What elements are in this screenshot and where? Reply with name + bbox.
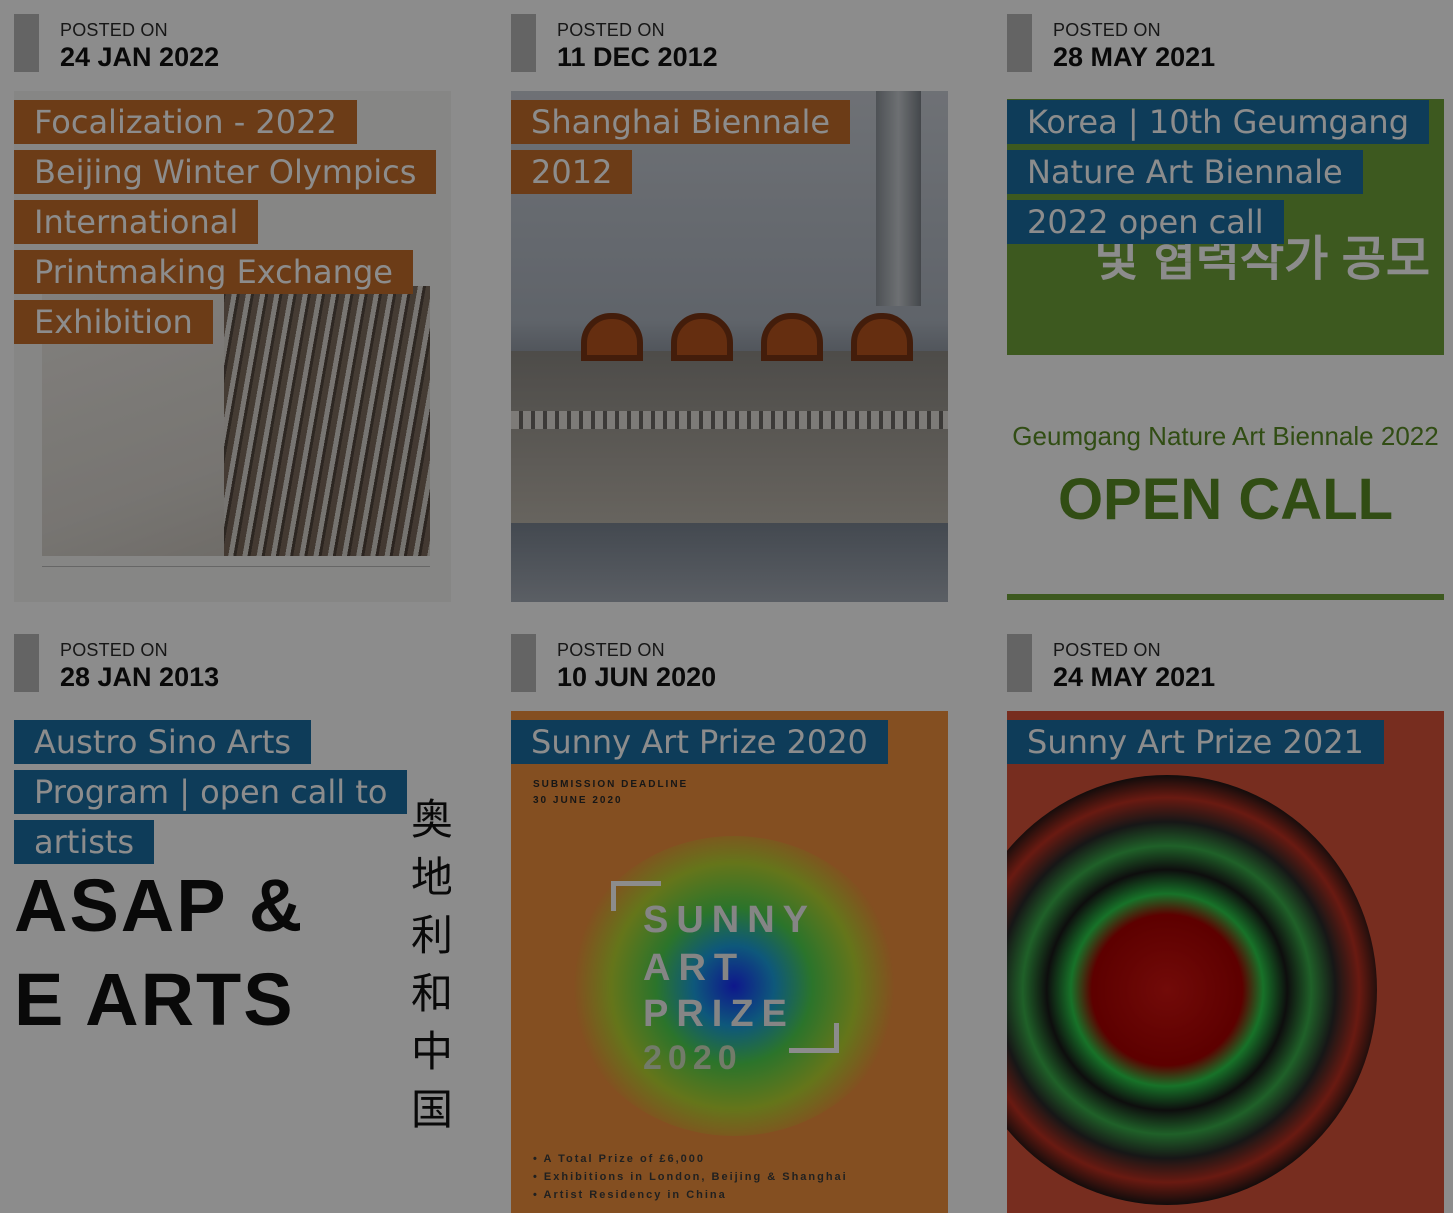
water <box>511 523 948 602</box>
image-text-line: ASAP & <box>14 864 305 947</box>
roof-arch <box>851 313 913 361</box>
image-subtitle: Geumgang Nature Art Biennale 2022 <box>1012 421 1439 451</box>
date-bar <box>14 634 39 692</box>
post-title-link[interactable]: Shanghai Biennale 2012 <box>511 97 931 197</box>
thumbnail-footer <box>42 566 430 596</box>
post-title-link[interactable]: Sunny Art Prize 2020 <box>511 717 931 767</box>
image-word: SUNNY <box>643 899 817 941</box>
posted-on: POSTED ON 11 DEC 2012 <box>511 14 948 72</box>
posted-on-label: POSTED ON <box>557 640 665 660</box>
posted-on: POSTED ON 24 JAN 2022 <box>14 14 451 72</box>
building <box>511 351 948 526</box>
posts-grid: POSTED ON 24 JAN 2022 Focalization - 202… <box>0 0 1453 1213</box>
posted-on-label: POSTED ON <box>1053 20 1161 40</box>
post-title[interactable]: Sunny Art Prize 2021 <box>1007 720 1384 764</box>
roof-arch <box>581 313 643 361</box>
building-windows <box>511 411 948 429</box>
post-card[interactable]: POSTED ON 24 MAY 2021 Sunny Art Prize 20… <box>1007 620 1444 1213</box>
image-headline: OPEN CALL <box>1057 467 1394 532</box>
posted-on: POSTED ON 28 MAY 2021 <box>1007 14 1444 72</box>
post-title[interactable]: Austro Sino Arts Program | open call to … <box>14 720 408 864</box>
post-date: 28 JAN 2013 <box>60 662 220 692</box>
post-card[interactable]: POSTED ON 24 JAN 2022 Focalization - 202… <box>14 0 451 602</box>
image-bullet: • Exhibitions in London, Beijing & Shang… <box>533 1171 848 1183</box>
post-card[interactable]: POSTED ON 10 JUN 2020 SUBMISSION DEADLIN… <box>511 620 948 1213</box>
image-text-line: E ARTS <box>14 958 295 1041</box>
image-word: PRIZE <box>643 993 795 1035</box>
post-thumbnail[interactable]: SUBMISSION DEADLINE 30 JUNE 2020 SUNNY A… <box>511 711 948 1213</box>
image-bullet: • Artist Residency in China <box>533 1189 727 1201</box>
post-card[interactable]: POSTED ON 28 MAY 2021 및 협력작가 공모 Geumgang… <box>1007 0 1444 602</box>
date-bar <box>511 634 536 692</box>
post-thumbnail[interactable] <box>1007 711 1444 1213</box>
posted-on-label: POSTED ON <box>60 640 168 660</box>
post-title[interactable]: Korea | 10th Geumgang Nature Art Biennal… <box>1007 100 1430 244</box>
date-bar <box>511 14 536 72</box>
image-bullet: • A Total Prize of £6,000 <box>533 1153 706 1165</box>
post-title[interactable]: Shanghai Biennale 2012 <box>511 100 851 194</box>
post-title-link[interactable]: Korea | 10th Geumgang Nature Art Biennal… <box>1007 97 1430 247</box>
post-title[interactable]: Sunny Art Prize 2020 <box>511 720 888 764</box>
bracket-decoration <box>789 1023 839 1053</box>
posted-on: POSTED ON 28 JAN 2013 <box>14 634 451 692</box>
date-bar <box>1007 634 1032 692</box>
roof-arch <box>671 313 733 361</box>
post-card[interactable]: POSTED ON 11 DEC 2012 Shanghai Biennale … <box>511 0 948 602</box>
post-title-link[interactable]: Austro Sino Arts Program | open call to … <box>14 717 434 867</box>
date-bar <box>1007 14 1032 72</box>
post-date: 28 MAY 2021 <box>1053 42 1216 72</box>
post-date: 24 MAY 2021 <box>1053 662 1216 692</box>
image-word: ART <box>643 947 746 989</box>
divider <box>1007 594 1444 600</box>
post-date: 10 JUN 2020 <box>557 662 717 692</box>
deadline-text: SUBMISSION DEADLINE <box>533 779 689 790</box>
post-card[interactable]: POSTED ON 28 JAN 2013 ASAP & E ARTS 奥地利和… <box>14 620 451 1213</box>
posted-on-label: POSTED ON <box>1053 640 1161 660</box>
post-date: 11 DEC 2012 <box>557 42 718 72</box>
date-bar <box>14 14 39 72</box>
post-title[interactable]: Focalization - 2022 Beijing Winter Olymp… <box>14 100 437 344</box>
post-title-link[interactable]: Focalization - 2022 Beijing Winter Olymp… <box>14 97 437 347</box>
deadline-date: 30 JUNE 2020 <box>533 795 623 806</box>
roof-arch <box>761 313 823 361</box>
image-year: 2020 <box>643 1039 743 1077</box>
posted-on-label: POSTED ON <box>557 20 665 40</box>
circular-artwork <box>1007 775 1377 1205</box>
posted-on-label: POSTED ON <box>60 20 168 40</box>
posted-on: POSTED ON 24 MAY 2021 <box>1007 634 1444 692</box>
post-date: 24 JAN 2022 <box>60 42 220 72</box>
post-title-link[interactable]: Sunny Art Prize 2021 <box>1007 717 1427 767</box>
posted-on: POSTED ON 10 JUN 2020 <box>511 634 948 692</box>
